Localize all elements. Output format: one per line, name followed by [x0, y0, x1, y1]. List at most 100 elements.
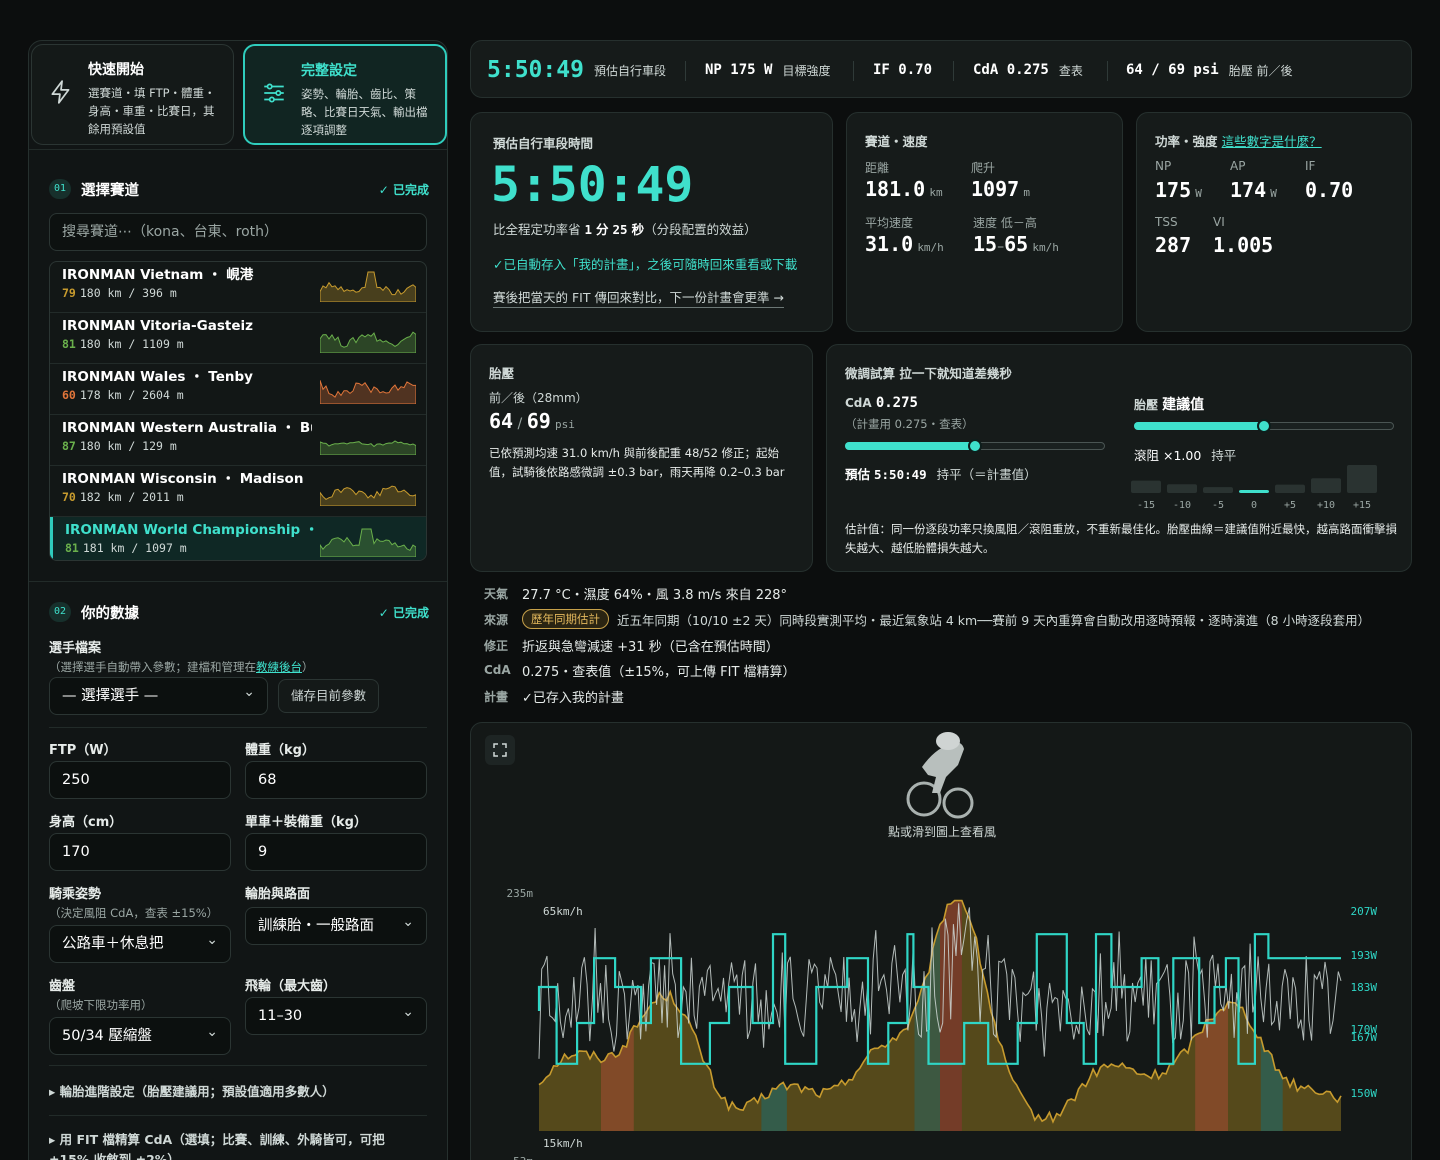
- cda-value: 0.275: [875, 395, 918, 411]
- cda-slider[interactable]: [845, 439, 1105, 453]
- mode-quick-desc: 選賽道・填 FTP・體重・身高・車重・比賽日，其餘用預設值: [88, 86, 216, 136]
- section-title: 選擇賽道: [81, 182, 139, 199]
- sidebar: 快速開始 選賽道・填 FTP・體重・身高・車重・比賽日，其餘用預設值 完整設定 …: [28, 40, 448, 1160]
- saved-to-plan-notice: ✓已自動存入「我的計畫」，之後可隨時回來重看或下載: [493, 257, 798, 272]
- summary-np: NP 175 W: [705, 62, 773, 78]
- tires-label: 輪胎與路面: [245, 887, 311, 902]
- race-item[interactable]: IRONMAN Vietnam ・ 峴港 79 180 km / 396 m: [50, 262, 426, 313]
- speed-range-label: 速度 低－高: [973, 216, 1037, 230]
- race-item[interactable]: IRONMAN World Championship ・⋯ 81 181 km / …: [50, 517, 426, 560]
- ap-label: AP: [1230, 159, 1246, 173]
- athlete-label: 選手檔案: [49, 641, 102, 656]
- speed-min-label: 15km/h: [543, 1137, 583, 1150]
- race-score: 81: [65, 541, 79, 555]
- position-select[interactable]: 公路車＋休息把: [49, 922, 231, 963]
- mode-quick-start[interactable]: 快速開始 選賽道・填 FTP・體重・身高・車重・比賽日，其餘用預設值: [31, 44, 234, 145]
- coach-admin-link[interactable]: 教練後台: [256, 660, 302, 674]
- tire-note: 已依預測均速 31.0 km/h 與前後配重 48/52 修正；起始值，試騎後依…: [489, 446, 785, 479]
- elevation-sparkline: [320, 271, 416, 302]
- distance-label: 距離: [865, 161, 890, 175]
- tire-sub: 前／後（28mm）: [489, 391, 588, 405]
- athlete-select[interactable]: — 選擇選手 —: [49, 674, 268, 715]
- sliders-icon: [264, 83, 284, 103]
- chainring-select[interactable]: 50/34 壓縮盤: [49, 1014, 231, 1055]
- fit-compare-link[interactable]: 賽後把當天的 FIT 傳回來對比，下一份計畫會更準 →: [493, 287, 784, 308]
- tire-unit: psi: [554, 418, 575, 431]
- elevation-sparkline: [320, 528, 416, 557]
- race-name: IRONMAN Wales ・ Tenby: [62, 369, 253, 385]
- est-note: 持平（＝計畫值）: [936, 467, 1037, 482]
- position-sub: （決定風阻 CdA，查表 ±15%）: [49, 906, 219, 920]
- race-stats: 178 km / 2604 m: [79, 388, 184, 402]
- elevation-min-label: 53m: [513, 1155, 533, 1160]
- elevation-sparkline: [320, 331, 416, 353]
- avg-speed-unit: km/h: [917, 241, 944, 254]
- tire-advanced-toggle[interactable]: ▸ 輪胎進階設定（胎壓建議用；預設值適用多數人）: [49, 1081, 429, 1100]
- power-info-link[interactable]: 這些數字是什麼？: [1222, 134, 1322, 149]
- summary-if: IF 0.70: [873, 62, 933, 78]
- vi-value: 1.005: [1213, 233, 1274, 257]
- bike-weight-input[interactable]: 9: [245, 833, 427, 871]
- mode-full-settings[interactable]: 完整設定 姿勢、輪胎、齒比、策略、比賽日天氣、輸出檔逐項調整: [243, 44, 447, 145]
- mode-quick-title: 快速開始: [88, 62, 144, 78]
- race-item[interactable]: IRONMAN Wales ・ Tenby 60 178 km / 2604 m: [50, 364, 426, 415]
- athlete-profile-block: 選手檔案 （選擇選手自動帶入參數；建檔和管理在教練後台）: [49, 637, 429, 675]
- power-level-label: 167W: [1351, 1031, 1378, 1044]
- race-name: IRONMAN Wisconsin ・ Madison: [62, 471, 304, 487]
- race-item[interactable]: IRONMAN Western Australia ・ Bu⋯ 87 180 km …: [50, 415, 426, 466]
- rolling-resistance: 滾阻 ×1.00: [1134, 448, 1202, 463]
- estimate-title: 預估自行車段時間: [493, 136, 594, 151]
- plan-row: 計畫 ✓已存入我的計畫: [484, 687, 1414, 706]
- sensitivity-bar: [1203, 487, 1233, 493]
- sensitivity-bar-label: +15: [1353, 500, 1371, 511]
- sensitivity-bar-label: -10: [1173, 500, 1191, 511]
- tire-title: 胎壓: [489, 366, 515, 381]
- race-list[interactable]: IRONMAN Vietnam ・ 峴港 79 180 km / 396 m IRON…: [49, 261, 427, 561]
- cassette-select[interactable]: 11–30: [245, 994, 427, 1035]
- climb-label: 爬升: [971, 161, 996, 175]
- height-input[interactable]: 170: [49, 833, 231, 871]
- speed-max-label: 65km/h: [543, 905, 583, 918]
- distance-value: 181.0: [865, 177, 926, 201]
- power-level-label: 183W: [1351, 981, 1378, 994]
- tires-select[interactable]: 訓練胎・一般路面: [245, 904, 427, 945]
- save-params-button[interactable]: 儲存目前參數: [278, 679, 380, 713]
- ftp-input[interactable]: 250: [49, 761, 231, 799]
- profile-chart[interactable]: 235m53m65km/h15km/h207W193W183W170W167W1…: [471, 861, 1413, 1160]
- fullscreen-button[interactable]: [485, 735, 515, 765]
- tire-pressure-slider[interactable]: [1134, 419, 1394, 433]
- race-item[interactable]: IRONMAN Vitoria-Gasteiz 81 180 km / 1109 m: [50, 313, 426, 364]
- savings-prefix: 比全程定功率省: [493, 222, 581, 237]
- tire-slider-fill: [1134, 422, 1264, 430]
- course-search-input[interactable]: 搜尋賽道⋯（kona、台東、roth）: [49, 213, 427, 251]
- weight-input[interactable]: 68: [245, 761, 427, 799]
- source-badge: 歷年同期估計: [522, 609, 609, 629]
- summary-cda: CdA 0.275: [973, 62, 1049, 78]
- tss-value: 287: [1155, 233, 1192, 257]
- race-stats: 180 km / 396 m: [79, 286, 177, 300]
- rolling-resistance-note: 持平: [1211, 448, 1237, 463]
- divider: [49, 1065, 427, 1066]
- sensitivity-bar-label: +5: [1284, 500, 1296, 511]
- race-item[interactable]: IRONMAN Wisconsin ・ Madison 70 182 km / 20…: [50, 466, 426, 517]
- sensitivity-bar-label: 0: [1251, 500, 1257, 511]
- athlete-sub-text: （選擇選手自動帶入參數；建檔和管理在: [49, 660, 256, 674]
- sensitivity-bar-label: -15: [1137, 500, 1155, 511]
- race-stats: 180 km / 1109 m: [79, 337, 184, 351]
- tweak-title: 微調試算 拉一下就知道差幾秒: [845, 366, 1012, 381]
- cda-slider-knob[interactable]: [968, 439, 982, 453]
- if-label: IF: [1305, 159, 1316, 173]
- est-time: 5:50:49: [874, 467, 927, 482]
- tire-slider-knob[interactable]: [1257, 419, 1271, 433]
- speed-low: 15: [973, 232, 998, 256]
- separator: [1107, 61, 1108, 81]
- estimate-time: 5:50:49: [491, 157, 694, 213]
- chainring-label: 齒盤: [49, 979, 76, 994]
- race-name: IRONMAN Vitoria-Gasteiz: [62, 318, 253, 334]
- fit-cda-toggle[interactable]: ▸ 用 FIT 檔精算 CdA（選填；比賽、訓練、外騎皆可，可把 ±15% 收斂…: [49, 1130, 409, 1160]
- sensitivity-bar: [1239, 490, 1269, 493]
- tweak-card: 微調試算 拉一下就知道差幾秒 CdA 0.275 （計畫用 0.275・查表） …: [826, 344, 1412, 572]
- status-done: ✓ 已完成: [378, 182, 429, 197]
- source-row: 來源 歷年同期估計 近五年同期（10/10 ±2 天）同時段實測平均・最近氣象站 4…: [484, 609, 1414, 629]
- np-label: NP: [1155, 159, 1172, 173]
